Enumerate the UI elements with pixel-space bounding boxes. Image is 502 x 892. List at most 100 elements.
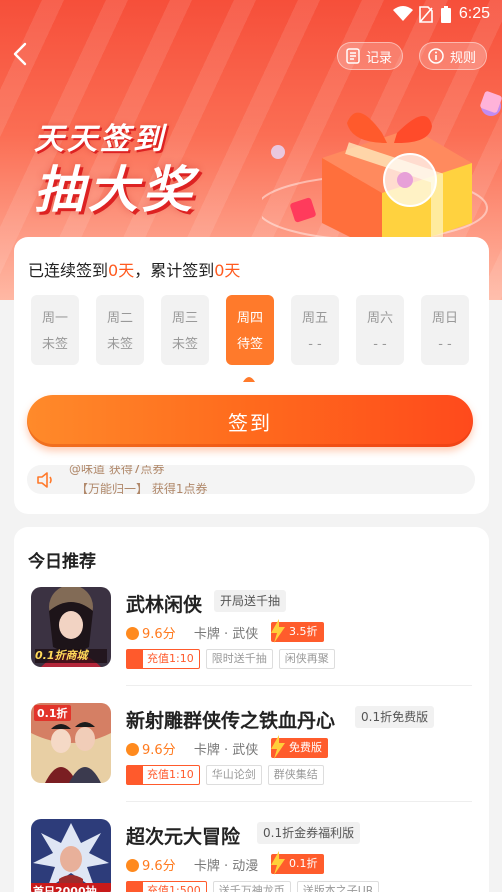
no-sim-icon [419, 6, 433, 23]
day-monday: 周一 未签 [31, 295, 79, 365]
game-tag: 0.1折金券福利版 [257, 822, 361, 844]
day-status: 未签 [106, 337, 133, 352]
game-name[interactable]: 武林闲侠 [126, 590, 202, 617]
charge-ratio-badge: 充值1:10 [126, 765, 200, 785]
charge-label: 充值1:10 [147, 652, 194, 665]
day-name: 周四 [236, 311, 263, 326]
day-name: 周五 [301, 311, 328, 326]
game-category: 卡牌 · 动漫 [193, 859, 259, 874]
coin-icon [127, 650, 143, 668]
game-name[interactable]: 新射雕群侠传之铁血丹心 [126, 706, 335, 733]
feature-tag: 闲侠再聚 [278, 649, 335, 669]
star-icon [126, 627, 139, 640]
info-icon [428, 48, 444, 64]
feature-tag: 限时送千抽 [205, 649, 273, 669]
icon-caption: 0.1折商城 [35, 649, 88, 662]
weekday-row: 周一未签 周二未签 周三未签 周四待签 周五 - - 周六 - - 周日 - - [31, 295, 471, 365]
discount-badge: 0.1折 [271, 851, 324, 875]
record-label: 记录 [366, 50, 393, 66]
day-status: - - [373, 337, 387, 352]
day-name: 周一 [41, 311, 68, 326]
game-icon[interactable]: 0.1折 [31, 703, 111, 783]
game-name[interactable]: 超次元大冒险 [126, 822, 240, 849]
game-score: 9.6分 [142, 743, 176, 758]
game-score: 9.6分 [142, 627, 176, 642]
game-icon[interactable]: 0.1折商城 [31, 587, 111, 667]
section-title: 今日推荐 [28, 552, 96, 572]
total-days: 0天 [214, 261, 241, 280]
day-status: 未签 [171, 337, 198, 352]
winner-ticker: @味道 获得7点券 【万能归一】 获得1点券 [27, 465, 475, 494]
day-status: - - [308, 337, 322, 352]
game-score: 9.6分 [142, 859, 176, 874]
checkin-card: 已连续签到0天，累计签到0天 周一 未签 周二 未签 周三 未签 周四 待签 周五 - -… [14, 237, 489, 514]
feature-tag: 送千万神龙币 [212, 881, 291, 892]
day-friday: 周五 - - [291, 295, 339, 365]
discount-label: 免费版 [289, 741, 322, 754]
game-tag: 开局送千抽 [214, 590, 287, 612]
game-meta: 9.6分 卡牌 · 武侠 [126, 623, 258, 643]
current-day-caret-icon [243, 377, 255, 382]
game-feature-tags: 充值1:10 限时送千抽 闲侠再聚 [126, 649, 335, 669]
discount-badge: 免费版 [271, 735, 328, 759]
icon-caption: 0.1折 [34, 705, 71, 721]
charge-label: 充值1:500 [147, 884, 201, 892]
back-arrow-icon[interactable] [6, 40, 36, 70]
consecutive-days: 0天 [108, 261, 135, 280]
streak-prefix: 已连续签到 [28, 261, 109, 280]
banner-title-line2: 抽大奖 [34, 161, 196, 219]
clock: 6:25 [458, 5, 490, 22]
streak-middle: ，累计签到 [134, 261, 215, 280]
battery-icon [441, 6, 451, 23]
star-icon [126, 743, 139, 756]
day-saturday: 周六 - - [356, 295, 404, 365]
charge-label: 充值1:10 [147, 768, 194, 781]
lightning-icon [271, 851, 285, 875]
lightning-icon [271, 619, 285, 643]
ticker-line: @味道 获得7点券 [69, 465, 165, 476]
day-thursday[interactable]: 周四 待签 [226, 295, 274, 365]
day-status: 未签 [41, 337, 68, 352]
recommend-section: 今日推荐 0.1折商城 武林闲侠 开局送千抽 9.6分 卡牌 · 武侠 3.5折… [14, 527, 489, 892]
day-status: 待签 [236, 337, 263, 352]
document-icon [346, 48, 360, 64]
day-wednesday: 周三 未签 [161, 295, 209, 365]
coin-icon [127, 766, 143, 784]
discount-label: 3.5折 [289, 625, 318, 638]
feature-tag: 群侠集结 [267, 765, 324, 785]
checkin-button[interactable]: 签到 [27, 395, 473, 447]
feature-tag: 华山论剑 [205, 765, 262, 785]
rules-label: 规则 [450, 50, 477, 66]
game-category: 卡牌 · 武侠 [193, 743, 259, 758]
rules-button[interactable]: 规则 [419, 42, 488, 70]
game-icon[interactable]: 首日2000抽 [31, 819, 111, 892]
day-name: 周三 [171, 311, 198, 326]
lightning-icon [271, 735, 285, 759]
charge-ratio-badge: 充值1:500 [126, 881, 207, 892]
day-tuesday: 周二 未签 [96, 295, 144, 365]
game-feature-tags: 充值1:10 华山论剑 群侠集结 [126, 765, 324, 785]
day-sunday: 周日 - - [421, 295, 469, 365]
discount-label: 0.1折 [289, 857, 318, 870]
record-button[interactable]: 记录 [337, 42, 404, 70]
day-name: 周日 [431, 311, 458, 326]
game-item-chaociyuan[interactable]: 首日2000抽 超次元大冒险 0.1折金券福利版 9.6分 卡牌 · 动漫 0.… [14, 819, 489, 892]
gift-box-illustration [262, 91, 502, 253]
charge-ratio-badge: 充值1:10 [126, 649, 200, 669]
game-category: 卡牌 · 武侠 [193, 627, 259, 642]
game-meta: 9.6分 卡牌 · 武侠 [126, 739, 258, 759]
streak-summary: 已连续签到0天，累计签到0天 [28, 257, 240, 281]
game-feature-tags: 充值1:500 送千万神龙币 送版本之子UR [126, 881, 380, 892]
day-name: 周二 [106, 311, 133, 326]
day-status: - - [438, 337, 452, 352]
divider [126, 685, 472, 686]
status-bar: 6:25 [0, 0, 502, 30]
game-tag: 0.1折免费版 [355, 706, 435, 728]
coin-icon [127, 882, 143, 892]
discount-badge: 3.5折 [271, 619, 324, 643]
divider [126, 801, 472, 802]
speaker-icon [37, 472, 52, 488]
star-icon [126, 859, 139, 872]
feature-tag: 送版本之子UR [296, 881, 380, 892]
icon-caption: 首日2000抽 [33, 885, 97, 892]
